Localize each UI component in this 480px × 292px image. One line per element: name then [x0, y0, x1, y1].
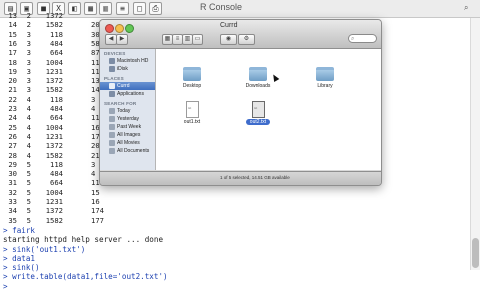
smart-folder-icon [109, 132, 115, 138]
finder-window: Currd ◀ ▶ ▦ ≡ ▥ ▭ ◉ ⚙ ⌕ DEVICES Macintos… [99, 19, 382, 186]
idisk-icon [109, 66, 115, 72]
finder-title: Currd [220, 22, 238, 29]
r-toolbar: ▤ ▣ ■ X ◧ ▦ ▥ ≡ □ ⎙ R Console ⌕ [0, 0, 480, 18]
hard-drive-icon [109, 58, 115, 64]
sidebar-item-all-movies[interactable]: All Movies [100, 139, 155, 147]
sidebar-item-past-week[interactable]: Past Week [100, 123, 155, 131]
folder-icon[interactable] [316, 67, 334, 81]
history-icon[interactable]: ≡ [116, 2, 129, 15]
quick-look-button[interactable]: ◉ [220, 34, 237, 45]
sidebar-item-all-images[interactable]: All Images [100, 131, 155, 139]
folder-icon[interactable] [249, 67, 267, 81]
table-cell: 177 [91, 215, 104, 225]
folder-icon[interactable] [183, 67, 201, 81]
coverflow-view-button[interactable]: ▭ [192, 34, 203, 45]
color-palette-icon[interactable]: ▦ [84, 2, 97, 15]
grid-icon[interactable]: ▥ [99, 2, 112, 15]
search-for-header: SEARCH FOR [104, 101, 137, 106]
item-label-out1[interactable]: out1.txt [170, 119, 214, 125]
sidebar-item-applications[interactable]: Applications [100, 90, 155, 98]
clock-icon [109, 116, 115, 122]
new-document-icon[interactable]: □ [133, 2, 146, 15]
home-icon [109, 83, 115, 89]
forward-button[interactable]: ▶ [116, 34, 128, 45]
window-title: R Console [200, 2, 243, 12]
search-icon[interactable]: ⌕ [464, 3, 468, 13]
devices-header: DEVICES [104, 51, 126, 56]
console-input-line: > write.table(data1,file='out2.txt') [3, 272, 168, 282]
item-label-downloads[interactable]: Downloads [236, 83, 280, 89]
item-label-library[interactable]: Library [303, 83, 347, 89]
finder-sidebar: DEVICES Macintosh HD iDisk PLACES Currd … [100, 49, 156, 170]
applications-icon [109, 91, 115, 97]
finder-file-area[interactable]: Desktop Downloads Library txt out1.txt t… [156, 49, 381, 170]
table-cell: 5 [26, 215, 31, 225]
status-text: 1 of 5 selected, 14.51 GB available [220, 175, 290, 180]
text-file-icon[interactable]: txt [252, 101, 265, 118]
clock-icon [109, 124, 115, 130]
close-button[interactable] [105, 24, 114, 33]
finder-status-bar: 1 of 5 selected, 14.51 GB available [100, 171, 381, 185]
clock-icon [109, 108, 115, 114]
places-header: PLACES [104, 76, 124, 81]
item-label-desktop[interactable]: Desktop [170, 83, 214, 89]
sidebar-item-today[interactable]: Today [100, 107, 155, 115]
smart-folder-icon [109, 140, 115, 146]
sidebar-item-macintosh-hd[interactable]: Macintosh HD [100, 57, 155, 65]
smart-folder-icon [109, 148, 115, 154]
text-file-icon[interactable]: txt [186, 101, 199, 118]
finder-titlebar: Currd ◀ ▶ ▦ ≡ ▥ ▭ ◉ ⚙ ⌕ [100, 20, 381, 49]
finder-search-input[interactable]: ⌕ [348, 34, 377, 43]
console-input-line: > [3, 281, 8, 291]
scrollbar-thumb[interactable] [472, 238, 479, 268]
sidebar-item-all-documents[interactable]: All Documents [100, 147, 155, 155]
action-button[interactable]: ⚙ [238, 34, 255, 45]
print-icon[interactable]: ⎙ [149, 2, 162, 15]
sidebar-item-idisk[interactable]: iDisk [100, 65, 155, 73]
console-scrollbar[interactable] [470, 18, 480, 270]
minimize-button[interactable] [115, 24, 124, 33]
sidebar-item-yesterday[interactable]: Yesterday [100, 115, 155, 123]
workspace-icon[interactable]: ◧ [68, 2, 81, 15]
table-cell: 1582 [45, 215, 63, 225]
table-cell: 35 [8, 215, 17, 225]
item-label-out2[interactable]: out2.txt [246, 119, 270, 125]
sidebar-item-currd[interactable]: Currd [100, 82, 155, 90]
zoom-button[interactable] [125, 24, 134, 33]
